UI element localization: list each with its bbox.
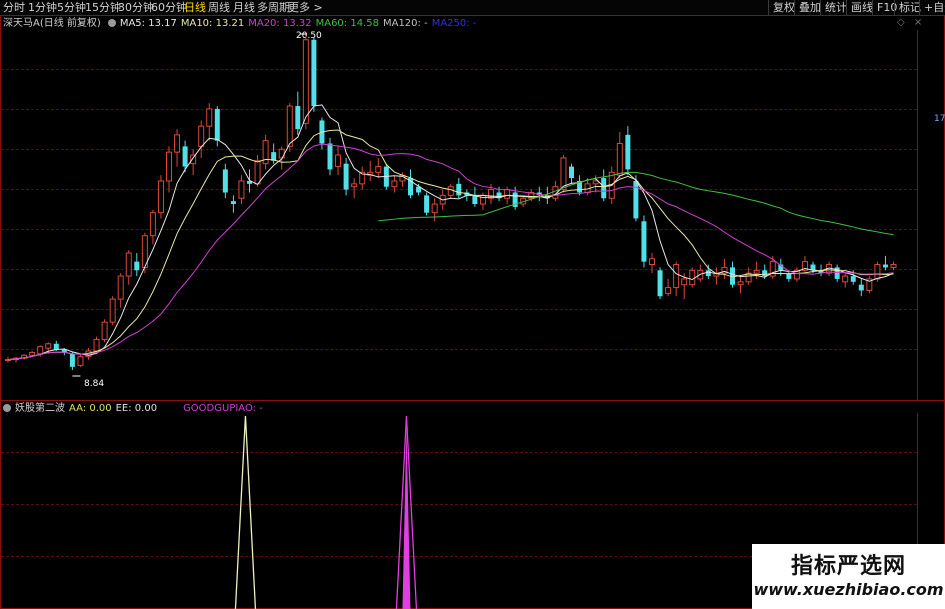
candle-up [238, 180, 245, 199]
indicator-spike-fill [402, 426, 411, 609]
candle-down [882, 264, 888, 268]
candle-up [174, 134, 181, 153]
candle-up [616, 143, 623, 176]
candle-up [198, 125, 205, 147]
candle-up [109, 298, 116, 323]
candle-down [134, 261, 140, 271]
candle-down [762, 270, 768, 277]
ma20-line [7, 143, 894, 361]
candle-up [166, 151, 172, 182]
candle-down [657, 270, 663, 297]
candle-up [45, 343, 52, 349]
candle-up [101, 321, 108, 340]
candle-up [665, 287, 672, 294]
candle-up [447, 186, 454, 196]
candle-up [673, 264, 680, 289]
candle-down [633, 180, 639, 219]
candle-down [311, 39, 317, 107]
candle-down [850, 276, 856, 282]
watermark-logo: 指标严选网 www.xuezhibiao.com [752, 544, 945, 609]
candle-down [424, 195, 430, 213]
candle-up [335, 154, 342, 168]
candle-up [302, 39, 309, 124]
candle-down [601, 178, 607, 199]
candle-up [286, 105, 293, 147]
candle-up [560, 157, 567, 191]
ma5-line [7, 104, 894, 361]
candle-down [641, 221, 647, 262]
candle-up [351, 183, 358, 188]
chart-canvas [5, 33, 897, 609]
candle-up [375, 166, 382, 173]
ma10-line [7, 129, 894, 361]
candle-down [327, 143, 333, 170]
candle-up [157, 180, 164, 214]
candle-down [343, 163, 349, 190]
candle-down [472, 195, 478, 205]
candle-up [753, 269, 760, 274]
candle-down [222, 169, 228, 193]
candle-up [874, 264, 881, 280]
candle-up [649, 258, 655, 266]
candle-up [504, 189, 511, 199]
candle-down [182, 146, 188, 167]
candle-up [117, 275, 124, 300]
candle-down [230, 201, 236, 205]
candle-up [125, 252, 132, 277]
candle-up [681, 278, 688, 286]
candle-up [206, 108, 213, 127]
candle-up [479, 194, 486, 205]
candle-up [431, 203, 438, 214]
candle-up [93, 338, 100, 352]
candle-down [705, 270, 711, 277]
candle-up [890, 264, 897, 268]
candle-down [625, 134, 631, 170]
candle-down [214, 108, 220, 141]
candle-down [53, 343, 59, 350]
candle-up [29, 351, 36, 356]
candle-up [689, 269, 696, 286]
stock-chart-window: 分时 1分钟 5分钟 15分钟 30分钟 60分钟 日线 周线 月线 多周期 更… [0, 0, 945, 609]
indicator-spike [234, 415, 257, 609]
candle-up [391, 180, 398, 188]
candle-up [592, 180, 599, 185]
candle-down [569, 166, 574, 179]
candle-up [842, 275, 849, 283]
candle-down [456, 183, 462, 196]
candle-up [77, 356, 84, 366]
candle-up [149, 212, 156, 237]
candle-up [254, 160, 261, 185]
candle-up [37, 346, 44, 355]
candle-down [295, 106, 301, 130]
candle-down [858, 284, 864, 291]
candle-up [737, 281, 744, 286]
candle-down [69, 353, 75, 367]
